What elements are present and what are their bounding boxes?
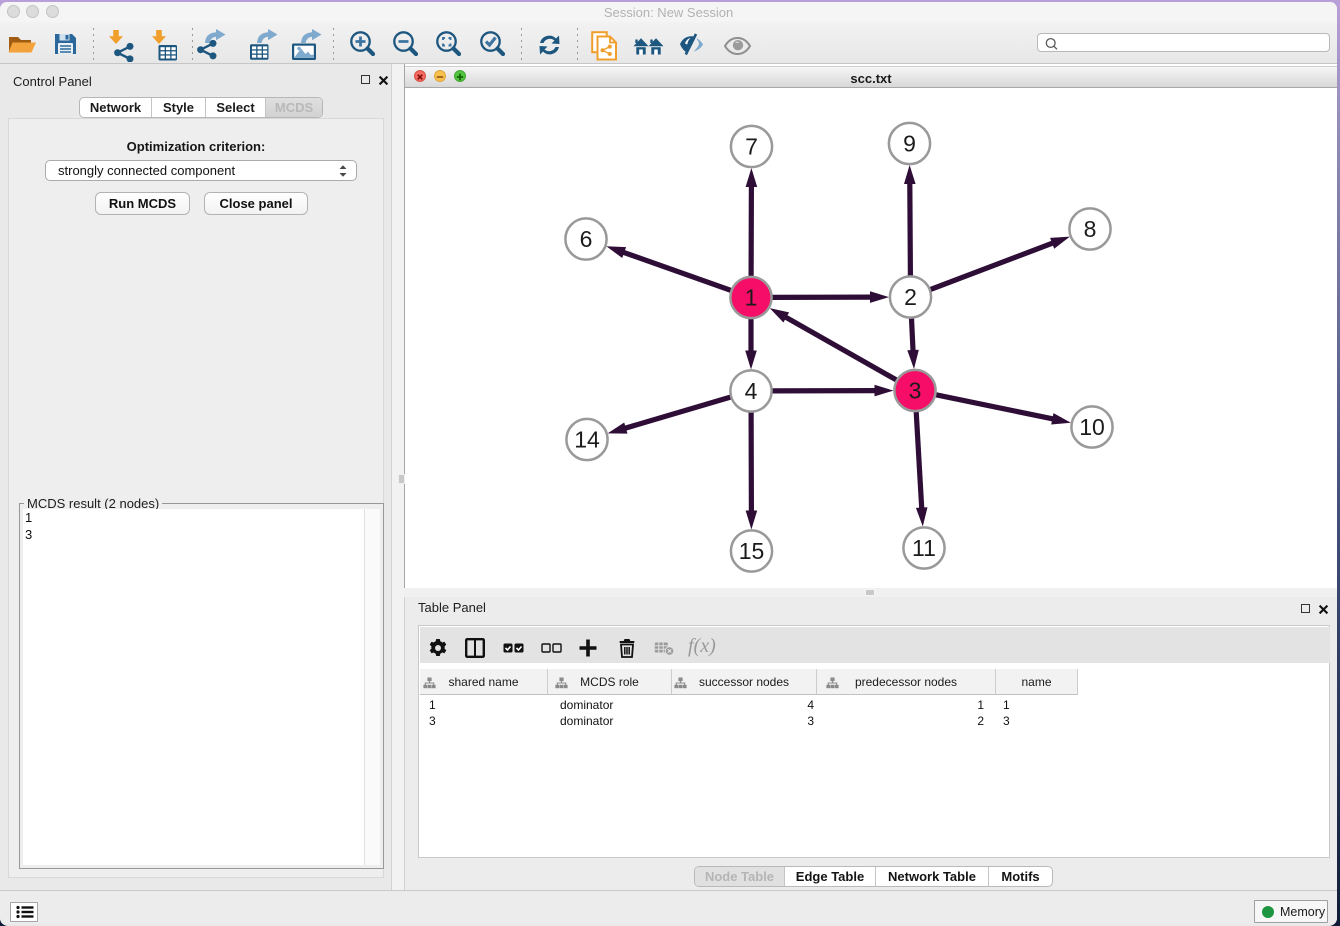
svg-text:14: 14 — [574, 427, 600, 453]
svg-text:2: 2 — [904, 284, 917, 310]
svg-text:10: 10 — [1079, 414, 1105, 440]
svg-text:6: 6 — [580, 226, 593, 252]
svg-text:8: 8 — [1084, 216, 1097, 242]
svg-text:11: 11 — [912, 535, 936, 561]
svg-text:1: 1 — [745, 285, 758, 311]
svg-text:7: 7 — [745, 134, 758, 160]
svg-text:15: 15 — [739, 538, 765, 564]
svg-text:4: 4 — [745, 378, 758, 404]
svg-text:3: 3 — [909, 378, 922, 404]
svg-text:9: 9 — [903, 131, 916, 157]
